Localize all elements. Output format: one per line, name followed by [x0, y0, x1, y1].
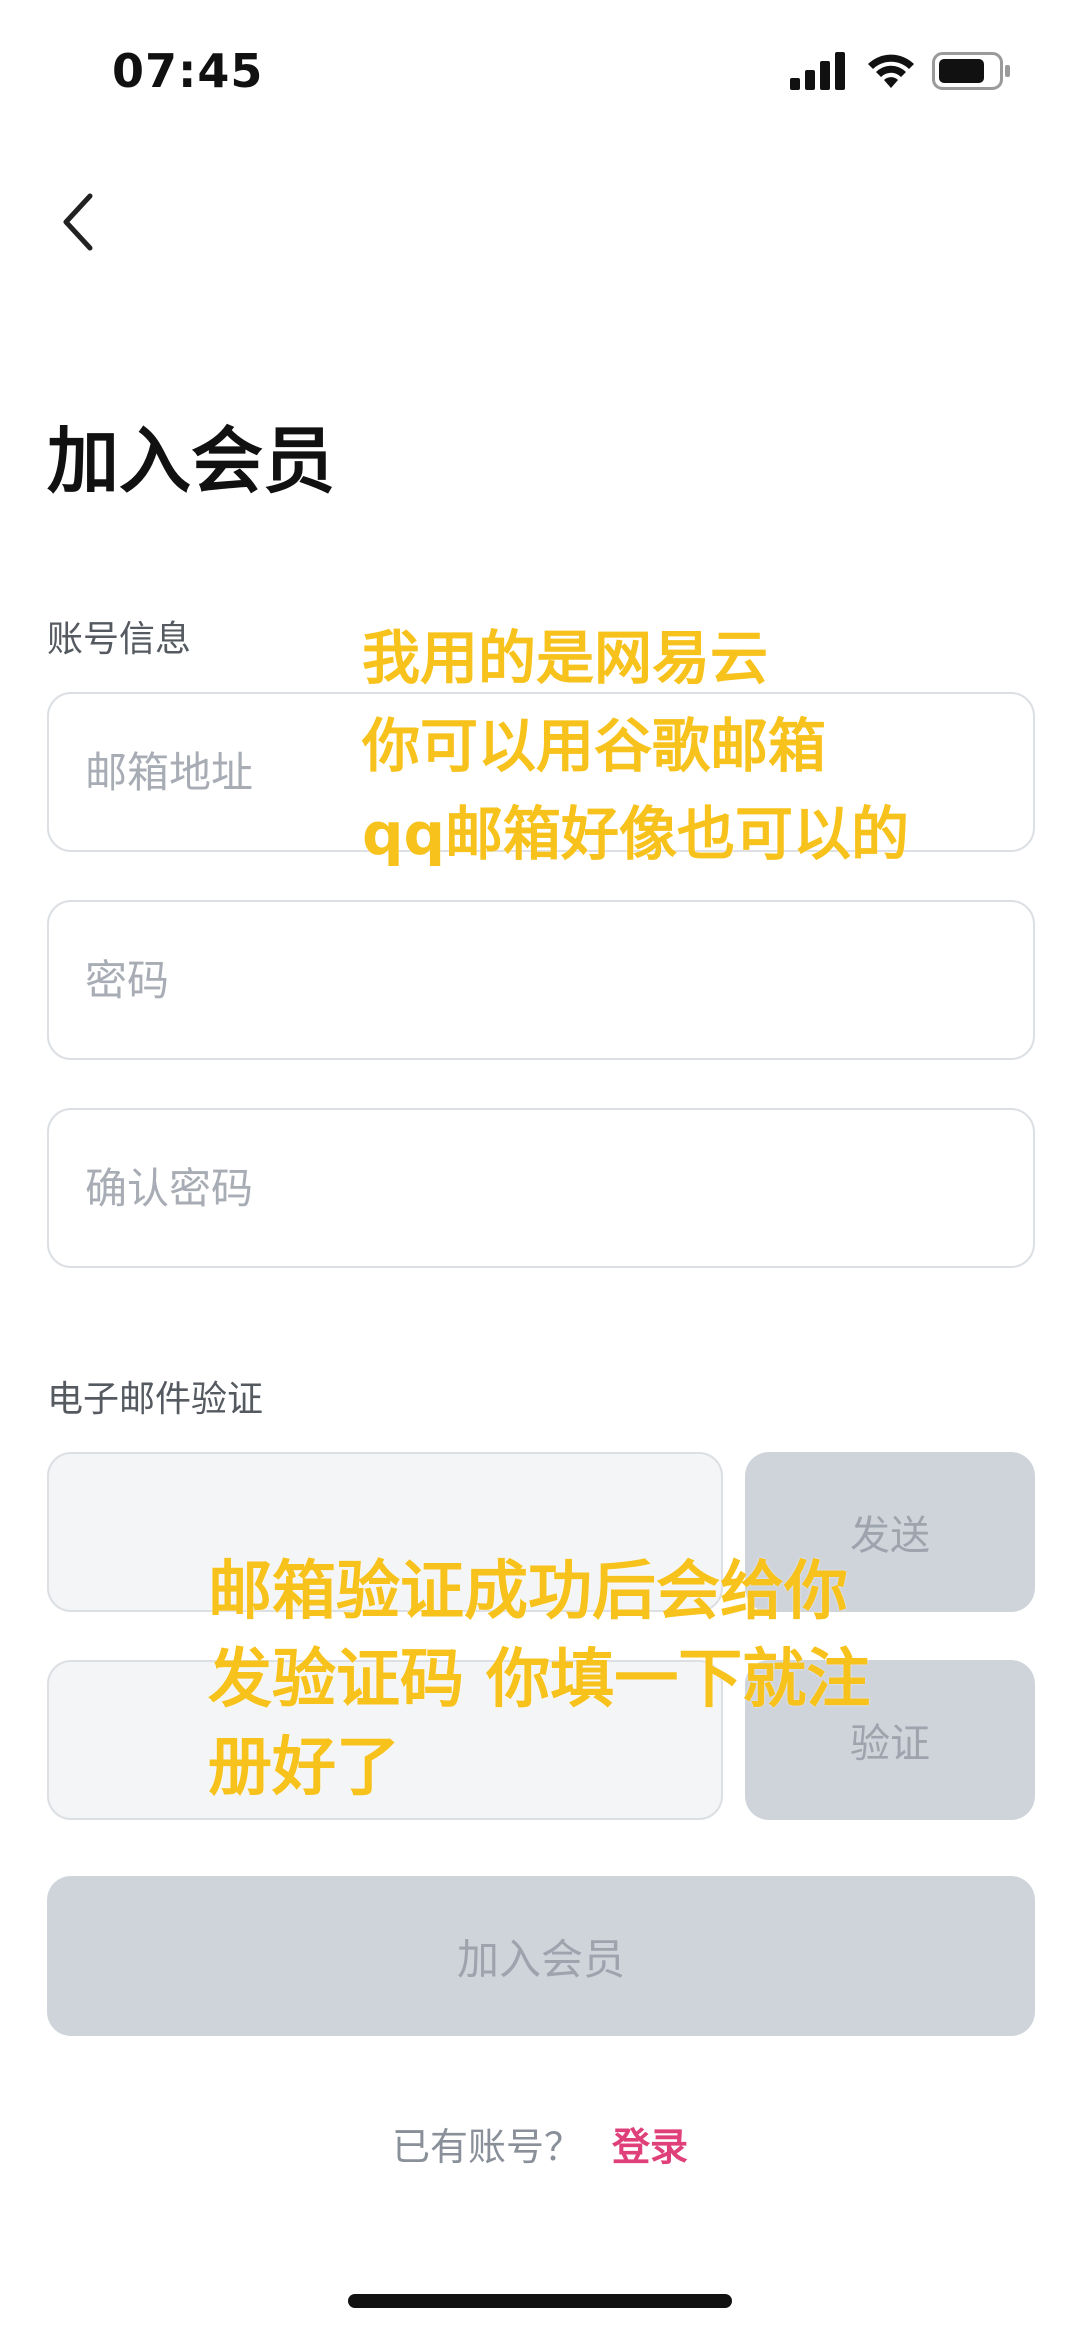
annotation-bottom-line: 邮箱验证成功后会给你	[208, 1555, 848, 1629]
annotation-top-line: 你可以用谷歌邮箱	[362, 712, 827, 780]
join-member-button[interactable]: 加入会员	[47, 1876, 1035, 2036]
home-indicator	[348, 2294, 732, 2308]
page-title: 加入会员	[47, 419, 336, 503]
login-row: 已有账号？ 登录	[0, 2116, 1080, 2171]
password-input[interactable]	[85, 902, 997, 1058]
wifi-icon	[868, 54, 914, 88]
confirm-password-input[interactable]	[85, 1110, 997, 1266]
confirm-password-field[interactable]	[47, 1108, 1035, 1268]
annotation-bottom-line: 册好了	[208, 1731, 400, 1805]
status-time: 07:45	[112, 44, 264, 98]
back-chevron-icon[interactable]	[48, 186, 112, 258]
status-bar: 07:45	[0, 0, 1080, 140]
password-field[interactable]	[47, 900, 1035, 1060]
account-info-label: 账号信息	[47, 619, 192, 660]
login-prompt: 已有账号？	[391, 2125, 582, 2169]
annotation-top-line: 我用的是网易云	[362, 624, 769, 692]
battery-icon	[932, 52, 1010, 90]
annotation-bottom-line: 发验证码 你填一下就注	[208, 1643, 871, 1717]
annotation-top-line: qq邮箱好像也可以的	[362, 800, 910, 868]
signup-screen: 07:45 加入会员 账号信息 电子邮件验证	[0, 0, 1080, 2337]
login-link[interactable]: 登录	[612, 2116, 688, 2171]
annotation-top: 我用的是网易云 你可以用谷歌邮箱 qq邮箱好像也可以的	[362, 614, 1062, 878]
annotation-bottom: 邮箱验证成功后会给你 发验证码 你填一下就注 册好了	[208, 1548, 948, 1812]
cellular-signal-icon	[790, 52, 845, 90]
email-verification-label: 电子邮件验证	[47, 1379, 264, 1420]
